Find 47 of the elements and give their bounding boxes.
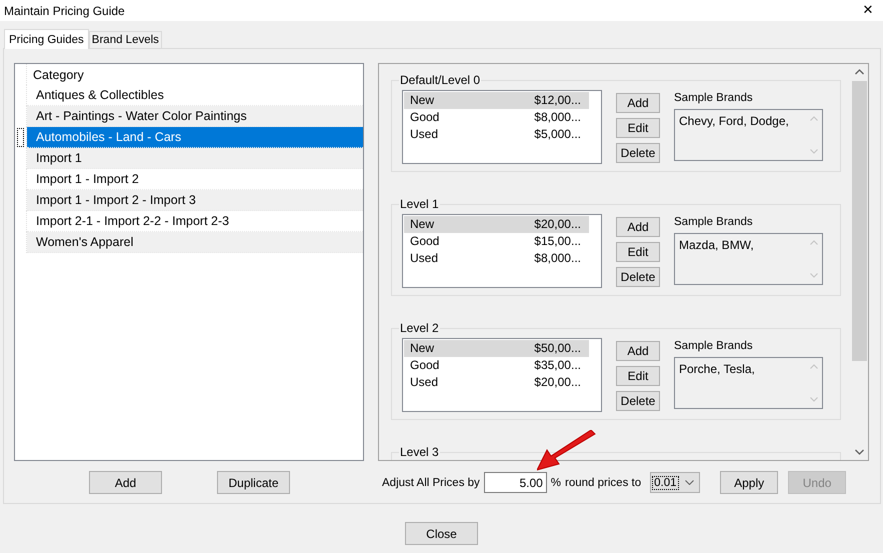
brands-field[interactable]: Porche, Tesla, xyxy=(674,357,823,409)
category-item[interactable]: Import 1 - Import 2 - Import 3 xyxy=(27,190,363,211)
price-row[interactable]: New $50,00... xyxy=(404,340,589,357)
category-item[interactable]: Women's Apparel xyxy=(27,232,363,253)
category-button[interactable]: Add xyxy=(89,471,162,494)
price-row[interactable]: Used $5,000... xyxy=(404,126,589,143)
price-row[interactable]: Good $35,00... xyxy=(404,357,589,374)
price-row[interactable]: Used $8,000... xyxy=(404,250,589,267)
brands-label: Sample Brands xyxy=(674,92,754,104)
close-dialog-button[interactable]: Close xyxy=(405,522,478,545)
tab[interactable]: Pricing Guides xyxy=(4,29,89,49)
group-title: Default/Level 0 xyxy=(399,73,482,87)
price-row[interactable]: Used $20,00... xyxy=(404,374,589,391)
adjust-label: Adjust All Prices by xyxy=(382,476,480,488)
level-button[interactable]: Add xyxy=(616,93,660,113)
level-button[interactable]: Edit xyxy=(616,242,660,262)
group-title: Level 3 xyxy=(399,445,440,459)
round-dropdown[interactable]: 0.01 xyxy=(650,472,700,493)
close-button[interactable]: ✕ xyxy=(853,0,883,21)
category-item[interactable]: Automobiles - Land - Cars xyxy=(27,127,363,148)
price-row[interactable]: Good $15,00... xyxy=(404,233,589,250)
brands-label: Sample Brands xyxy=(674,216,754,228)
level-button[interactable]: Edit xyxy=(616,118,660,138)
brands-field[interactable]: Mazda, BMW, xyxy=(674,233,823,285)
percent-label: % xyxy=(550,476,562,488)
percent-field[interactable]: 5.00 xyxy=(484,472,547,493)
level-button[interactable]: Edit xyxy=(616,366,660,386)
category-item[interactable]: Import 1 xyxy=(27,148,363,169)
group-title: Level 1 xyxy=(399,197,440,211)
price-row[interactable]: New $20,00... xyxy=(404,216,589,233)
column-header: Category xyxy=(32,68,84,82)
round-label: round prices to xyxy=(565,476,642,488)
price-row[interactable]: New $12,00... xyxy=(404,92,589,109)
group-title: Level 2 xyxy=(399,321,440,335)
brands-label: Sample Brands xyxy=(674,340,754,352)
level-button[interactable]: Delete xyxy=(616,143,660,163)
level-button[interactable]: Delete xyxy=(616,267,660,287)
category-button[interactable]: Duplicate xyxy=(217,471,290,494)
level-button[interactable]: Add xyxy=(616,341,660,361)
brands-field[interactable]: Chevy, Ford, Dodge, xyxy=(674,109,823,161)
level-button[interactable]: Delete xyxy=(616,391,660,411)
window-title: Maintain Pricing Guide xyxy=(4,4,125,18)
tab[interactable]: Brand Levels xyxy=(88,31,162,48)
apply-button[interactable]: Apply xyxy=(720,471,778,494)
category-item[interactable]: Art - Paintings - Water Color Paintings xyxy=(27,106,363,127)
price-row[interactable]: Good $8,000... xyxy=(404,109,589,126)
level-button[interactable]: Add xyxy=(616,217,660,237)
